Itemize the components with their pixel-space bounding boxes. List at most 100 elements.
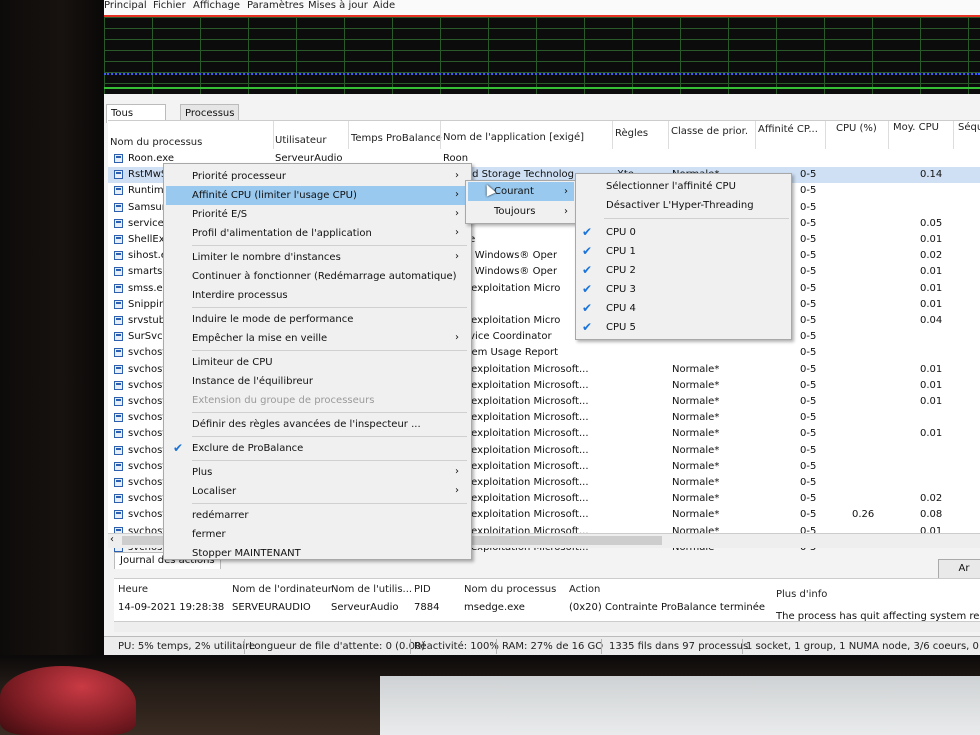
- log-entry-process: msedge.exe: [464, 602, 525, 613]
- process-priority: Normale*: [672, 396, 720, 407]
- context-menu-item: Extension du groupe de processeurs: [166, 391, 469, 410]
- process-icon: [114, 445, 123, 455]
- context-menu-item[interactable]: Induire le mode de performance: [166, 310, 469, 329]
- menu-item-label: Exclure de ProBalance: [192, 443, 304, 454]
- context-menu-item[interactable]: Interdire processus: [166, 286, 469, 305]
- col-header-seq[interactable]: Séqu: [958, 122, 980, 133]
- menu-aide[interactable]: Aide: [373, 0, 395, 11]
- cpu-affinity-item[interactable]: ✔ CPU 1: [578, 242, 789, 261]
- select-cpu-affinity-item[interactable]: Sélectionner l'affinité CPU: [578, 177, 789, 196]
- menu-separator: [192, 307, 467, 308]
- process-affinity: 0-5: [800, 396, 817, 407]
- menu-separator: [192, 245, 467, 246]
- context-menu-item[interactable]: Définir des règles avancées de l'inspect…: [166, 415, 469, 434]
- chevron-right-icon: ›: [564, 206, 568, 217]
- menu-parametres[interactable]: Paramètres: [247, 0, 304, 11]
- cpu-affinity-item[interactable]: ✔ CPU 4: [578, 299, 789, 318]
- col-header-cpu[interactable]: CPU (%): [836, 123, 877, 134]
- menu-item-label: Définir des règles avancées de l'inspect…: [192, 419, 421, 430]
- process-icon: [114, 397, 123, 406]
- menu-item-label: redémarrer: [192, 510, 249, 521]
- process-avg-cpu: 0.05: [920, 217, 943, 229]
- cpu-affinity-item[interactable]: ✔ CPU 5: [578, 318, 789, 337]
- log-header-pid[interactable]: PID: [414, 584, 431, 595]
- context-menu-item[interactable]: Empêcher la mise en veille ›: [166, 329, 469, 348]
- context-menu-item[interactable]: Profil d'alimentation de l'application ›: [166, 224, 469, 243]
- process-icon: [114, 299, 123, 309]
- process-priority: Normale*: [672, 493, 720, 505]
- context-menu-item[interactable]: Affinité CPU (limiter l'usage CPU) ›: [166, 186, 469, 205]
- process-icon: [114, 461, 123, 471]
- process-icon: [114, 202, 123, 212]
- col-header-avg-cpu[interactable]: Moy. CPU: [893, 122, 939, 133]
- cpu-affinity-item[interactable]: ✔ CPU 2: [578, 261, 789, 280]
- disable-hyperthreading-item[interactable]: Désactiver L'Hyper-Threading: [578, 196, 789, 215]
- submenu-item-always[interactable]: Toujours ›: [468, 202, 574, 221]
- status-bar: PU: 5% temps, 2% utilitaire Longueur de …: [104, 636, 980, 655]
- context-menu-item[interactable]: Limiteur de CPU: [166, 353, 469, 372]
- status-threads: 1335 fils dans 97 processus: [609, 641, 749, 652]
- log-header-action[interactable]: Action: [569, 584, 600, 595]
- cpu-affinity-item[interactable]: ✔ CPU 3: [578, 280, 789, 299]
- process-icon: [114, 316, 123, 325]
- menu-item-label: Limiteur de CPU: [192, 357, 273, 368]
- menu-separator: [192, 350, 467, 351]
- col-header-priority[interactable]: Classe de prior.: [671, 126, 748, 137]
- process-affinity: 0-5: [800, 509, 817, 521]
- scroll-left-icon[interactable]: ‹: [110, 534, 114, 545]
- chevron-right-icon: ›: [455, 332, 459, 343]
- process-affinity: 0-5: [800, 444, 817, 456]
- process-priority: Normale*: [672, 509, 720, 521]
- context-menu-item[interactable]: ✔ Exclure de ProBalance: [166, 439, 469, 458]
- log-header-user[interactable]: Nom de l'utilis...: [331, 584, 412, 595]
- log-header-process[interactable]: Nom du processus: [464, 584, 556, 595]
- log-scrollbar[interactable]: [114, 621, 980, 632]
- col-header-name[interactable]: Nom du processus: [110, 137, 202, 148]
- chevron-right-icon: ›: [455, 208, 459, 219]
- log-entry-action: (0x20) Contrainte ProBalance terminée: [569, 602, 766, 613]
- log-header-computer[interactable]: Nom de l'ordinateur: [232, 584, 332, 595]
- context-menu-item[interactable]: Priorité processeur ›: [166, 167, 469, 186]
- menu-item-label: Limiter le nombre d'instances: [192, 252, 341, 263]
- col-header-affinity[interactable]: Affinité CP...: [758, 124, 818, 135]
- col-header-rules[interactable]: Règles: [615, 128, 648, 139]
- context-menu-item[interactable]: Priorité E/S ›: [166, 205, 469, 224]
- context-menu-item[interactable]: redémarrer: [166, 506, 469, 525]
- menu-item-label: Priorité E/S: [192, 209, 248, 220]
- col-header-app[interactable]: Nom de l'application [exigé]: [443, 132, 584, 143]
- checkmark-icon: ✔: [582, 263, 593, 277]
- menu-bar: Principal Fichier Affichage Paramètres M…: [104, 0, 980, 17]
- process-priority: Normale*: [672, 363, 720, 375]
- context-menu-item[interactable]: Stopper MAINTENANT: [166, 544, 469, 563]
- process-icon: [114, 510, 123, 520]
- context-menu-item[interactable]: Instance de l'équilibreur: [166, 372, 469, 391]
- process-priority: Normale*: [672, 477, 720, 488]
- process-context-menu: Priorité processeur › Affinité CPU (limite…: [163, 163, 472, 560]
- process-affinity: 0-5: [800, 234, 817, 245]
- process-affinity: 0-5: [800, 477, 817, 488]
- context-menu-item[interactable]: Plus ›: [166, 463, 469, 482]
- context-menu-item[interactable]: Continuer à fonctionner (Redémarrage aut…: [166, 267, 469, 286]
- menu-item-label: Stopper MAINTENANT: [192, 548, 301, 559]
- col-header-user[interactable]: Utilisateur: [275, 135, 326, 146]
- process-icon: [114, 478, 123, 487]
- menu-affichage[interactable]: Affichage: [193, 0, 240, 11]
- log-header-info[interactable]: Plus d'info: [776, 589, 827, 600]
- process-affinity: 0-5: [800, 185, 817, 197]
- menu-mises-a-jour[interactable]: Mises à jour: [308, 0, 368, 11]
- log-header-time[interactable]: Heure: [118, 584, 148, 595]
- context-menu-item[interactable]: fermer: [166, 525, 469, 544]
- menu-item-label: Induire le mode de performance: [192, 314, 354, 325]
- process-icon: [114, 267, 123, 277]
- cpu-affinity-item[interactable]: ✔ CPU 0: [578, 223, 789, 242]
- status-responsiveness: Réactivité: 100%: [414, 641, 499, 652]
- col-header-time[interactable]: Temps ProBalance: [351, 133, 442, 144]
- context-menu-item[interactable]: Limiter le nombre d'instances ›: [166, 248, 469, 267]
- menu-fichier[interactable]: Fichier: [153, 0, 186, 11]
- checkmark-icon: ✔: [582, 320, 593, 334]
- menu-principal[interactable]: Principal: [104, 0, 147, 11]
- context-menu-item[interactable]: Localiser ›: [166, 482, 469, 501]
- journal-action-button[interactable]: Ar: [938, 559, 980, 579]
- chevron-right-icon: ›: [455, 466, 459, 477]
- process-priority: Normale*: [672, 412, 720, 424]
